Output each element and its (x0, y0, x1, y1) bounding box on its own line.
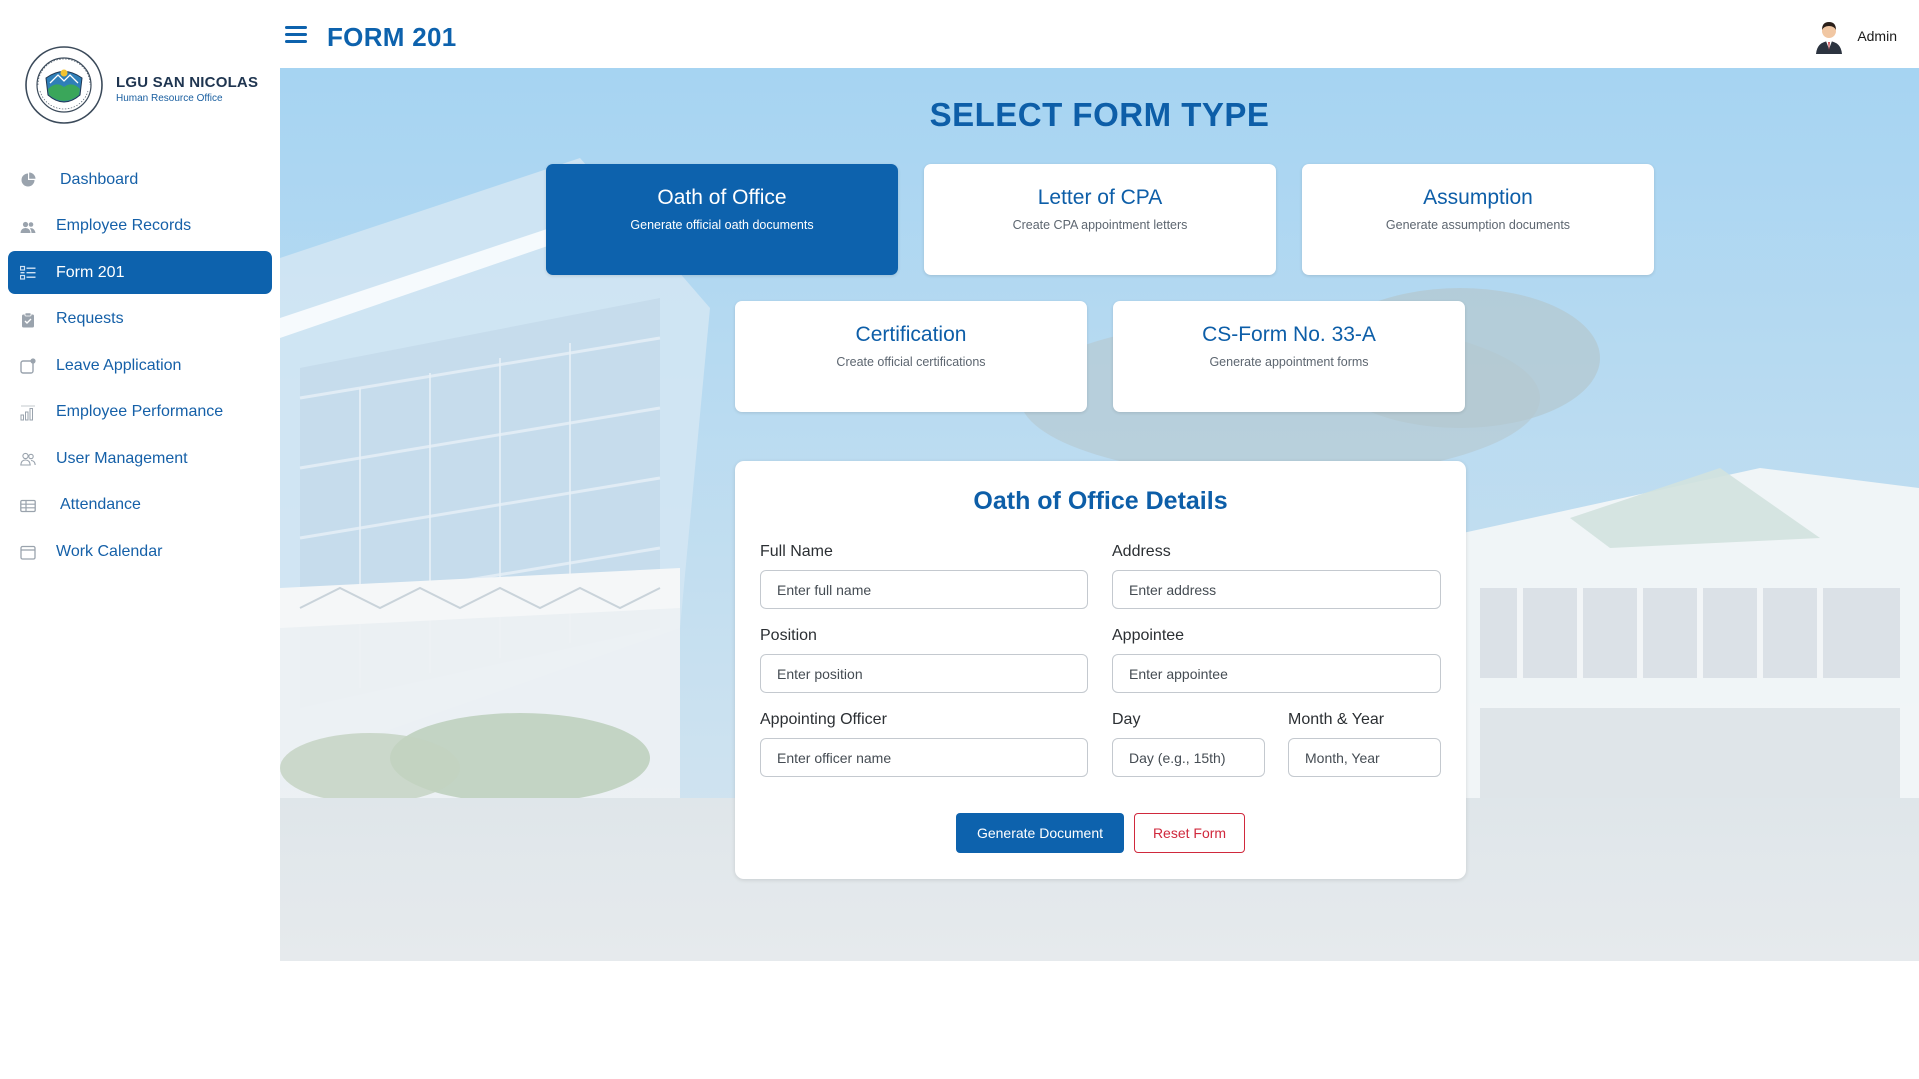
card-description: Generate appointment forms (1209, 355, 1369, 369)
oath-details-form: Oath of Office Details Full Name Address… (735, 461, 1466, 879)
card-description: Create CPA appointment letters (1012, 218, 1188, 232)
form-title: Oath of Office Details (973, 487, 1228, 515)
form-type-card-cs-form-33a[interactable]: CS-Form No. 33-A Generate appointment fo… (1113, 301, 1465, 412)
full-name-input[interactable] (760, 570, 1088, 609)
sidebar-item-requests[interactable]: Requests (8, 298, 272, 341)
form-type-card-certification[interactable]: Certification Create official certificat… (735, 301, 1087, 412)
sidebar-item-form-201[interactable]: Form 201 (8, 251, 272, 294)
appointee-label: Appointee (1112, 627, 1185, 644)
municipal-seal (25, 46, 103, 124)
address-input[interactable] (1112, 570, 1441, 609)
main-content: SELECT FORM TYPE Oath of Office Generate… (280, 68, 1919, 961)
user-menu[interactable]: Admin (1812, 18, 1897, 54)
sidebar-item-label: User Management (56, 449, 188, 467)
clipboard-icon (22, 311, 34, 327)
sidebar-item-label: Requests (56, 310, 124, 327)
pie-chart-icon (21, 172, 36, 187)
sidebar-item-attendance[interactable]: Attendance (8, 484, 272, 527)
users-icon (20, 221, 36, 233)
month-year-input[interactable] (1288, 738, 1441, 777)
page-title: FORM 201 (327, 22, 457, 52)
card-title: Certification (855, 323, 967, 346)
sidebar-item-employee-records[interactable]: Employee Records (8, 205, 272, 248)
leave-icon (20, 358, 36, 374)
position-input[interactable] (760, 654, 1088, 693)
sidebar-item-label: Leave Application (56, 356, 182, 374)
month-year-label: Month & Year (1288, 711, 1385, 728)
app-root: LGU SAN NICOLAS Human Resource Office Da… (0, 0, 1919, 1079)
day-label: Day (1112, 711, 1141, 728)
address-label: Address (1112, 543, 1171, 560)
bar-chart-icon (20, 405, 35, 420)
day-input[interactable] (1112, 738, 1265, 777)
sidebar-item-dashboard[interactable]: Dashboard (8, 158, 272, 201)
hamburger-menu-icon[interactable] (285, 23, 307, 45)
form-type-card-letter-of-cpa[interactable]: Letter of CPA Create CPA appointment let… (924, 164, 1276, 275)
brand-subtitle: Human Resource Office (116, 93, 223, 104)
user-group-icon (20, 452, 36, 466)
card-description: Create official certifications (836, 355, 986, 369)
card-title: Letter of CPA (1037, 186, 1163, 209)
sidebar-item-label: Dashboard (60, 170, 139, 188)
calendar-icon (20, 545, 36, 560)
form-type-card-oath-of-office[interactable]: Oath of Office Generate official oath do… (546, 164, 898, 275)
brand-logo[interactable]: LGU SAN NICOLAS Human Resource Office (24, 45, 274, 127)
sidebar-item-label: Attendance (60, 496, 141, 513)
sidebar-item-employee-performance[interactable]: Employee Performance (8, 391, 272, 434)
reset-form-button[interactable]: Reset Form (1134, 813, 1245, 853)
section-title: SELECT FORM TYPE (929, 96, 1270, 133)
appointee-input[interactable] (1112, 654, 1441, 693)
sidebar-item-label: Work Calendar (56, 542, 163, 560)
sidebar-item-label: Employee Records (56, 217, 192, 234)
card-title: CS-Form No. 33-A (1202, 323, 1376, 346)
user-name: Admin (1857, 28, 1897, 44)
position-label: Position (760, 627, 817, 644)
sidebar-nav: Dashboard Employee Records Form 201 Requ… (8, 158, 272, 577)
generate-document-button[interactable]: Generate Document (956, 813, 1124, 853)
brand-name: LGU SAN NICOLAS (116, 74, 259, 91)
card-title: Assumption (1423, 186, 1533, 209)
sidebar-item-leave-application[interactable]: Leave Application (8, 344, 272, 387)
full-name-label: Full Name (760, 543, 833, 560)
sidebar-item-label: Employee Performance (56, 403, 224, 420)
appointing-officer-input[interactable] (760, 738, 1088, 777)
sidebar: LGU SAN NICOLAS Human Resource Office Da… (0, 0, 280, 1079)
list-icon (20, 265, 36, 280)
top-bar: FORM 201 Admin (280, 0, 1919, 68)
form-type-card-assumption[interactable]: Assumption Generate assumption documents (1302, 164, 1654, 275)
avatar (1816, 22, 1843, 54)
card-description: Generate assumption documents (1385, 218, 1571, 232)
appointing-officer-label: Appointing Officer (760, 711, 887, 728)
sidebar-item-label: Form 201 (56, 263, 125, 281)
sidebar-item-user-management[interactable]: User Management (8, 437, 272, 480)
sidebar-item-work-calendar[interactable]: Work Calendar (8, 530, 272, 573)
table-icon (20, 499, 36, 512)
card-title: Oath of Office (657, 186, 787, 209)
card-description: Generate official oath documents (630, 218, 814, 232)
